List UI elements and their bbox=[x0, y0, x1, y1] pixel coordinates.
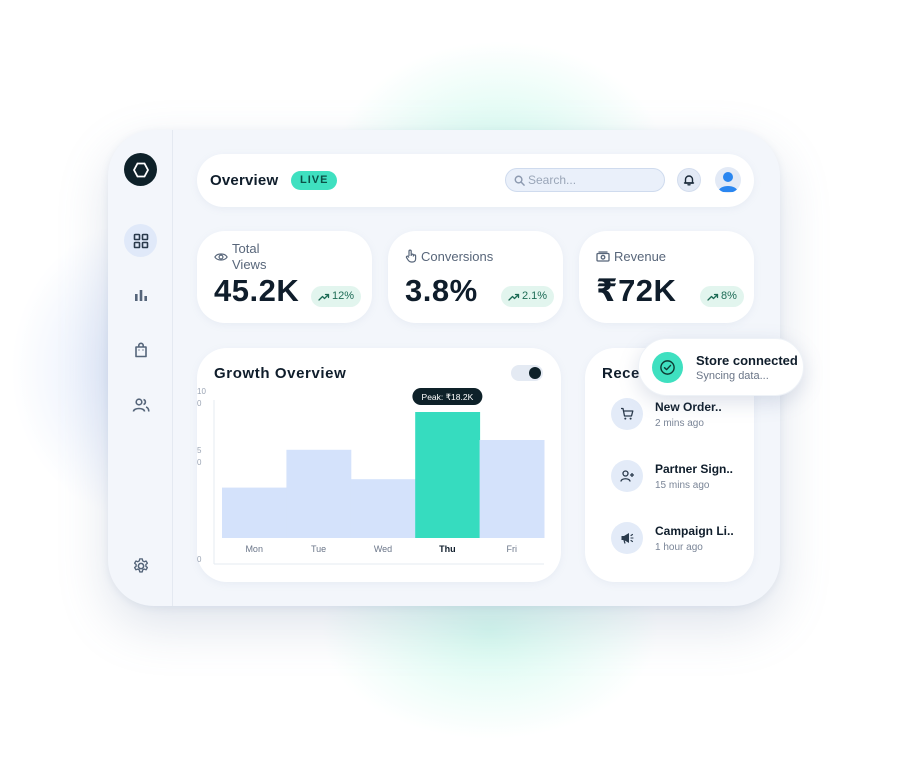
activity-time: 2 mins ago bbox=[655, 418, 704, 429]
check-circle-icon bbox=[660, 360, 675, 375]
y-tick-label: 50 bbox=[197, 446, 202, 467]
megaphone-icon bbox=[621, 533, 634, 544]
growth-overview-card: 10 0 5 0 0 Mon Tue Wed Thu Peak: ₹18.2K Fri Growth… bbox=[197, 348, 561, 582]
sidebar bbox=[108, 130, 173, 606]
chart-bar bbox=[350, 479, 416, 538]
x-tick-label: Mon bbox=[245, 544, 263, 554]
bell-icon bbox=[683, 175, 695, 186]
activity-name: New Order.. bbox=[655, 400, 722, 414]
kpi-change-badge: 8% bbox=[700, 286, 744, 307]
kpi-change-badge: 12% bbox=[311, 286, 362, 307]
activity-item[interactable]: New Order.. 2 mins ago bbox=[611, 398, 751, 432]
top-bar: Overview LIVE bbox=[197, 154, 754, 207]
live-badge: LIVE bbox=[291, 171, 338, 190]
y-tick-label: 10 0 bbox=[197, 387, 206, 408]
activity-name: Campaign Li.. bbox=[655, 524, 734, 538]
kpi-label: Revenue bbox=[614, 249, 667, 264]
kpi-card-views: Total Views 45.2K 12% bbox=[197, 231, 372, 323]
kpi-change: 2.1% bbox=[522, 290, 548, 302]
cart-icon bbox=[621, 407, 634, 420]
x-tick-label: Wed bbox=[374, 544, 392, 554]
trend-up-icon bbox=[318, 293, 330, 301]
chart-bar bbox=[415, 412, 481, 538]
kpi-value: ₹72K bbox=[596, 273, 677, 308]
page-title: Overview bbox=[210, 172, 279, 189]
x-tick-label: Tue bbox=[311, 544, 326, 554]
chart-title: Growth Overview bbox=[214, 365, 347, 382]
toggle-knob bbox=[529, 367, 541, 379]
bar-chart-icon bbox=[134, 289, 147, 301]
activity-time: 15 mins ago bbox=[655, 480, 710, 491]
pointer-icon bbox=[405, 249, 417, 263]
sidebar-item-settings[interactable] bbox=[124, 549, 157, 582]
trend-up-icon bbox=[707, 293, 719, 301]
activity-item[interactable]: Partner Sign.. 15 mins ago bbox=[611, 460, 751, 494]
user-plus-icon bbox=[619, 470, 634, 482]
shopping-bag-icon bbox=[134, 342, 147, 357]
kpi-value: 3.8% bbox=[405, 273, 478, 308]
gear-icon bbox=[133, 557, 148, 573]
chart-bar bbox=[286, 449, 352, 538]
activity-item[interactable]: Campaign Li.. 1 hour ago bbox=[611, 522, 751, 556]
search-input[interactable] bbox=[528, 173, 658, 187]
sidebar-item-products[interactable] bbox=[124, 333, 157, 366]
search-bar[interactable] bbox=[505, 168, 665, 192]
store-connected-toast[interactable]: Store connected Syncing data... bbox=[638, 338, 804, 396]
kpi-card-conversions: Conversions 3.8% 2.1% bbox=[388, 231, 563, 323]
toast-title: Store connected bbox=[696, 353, 798, 368]
trend-up-icon bbox=[508, 293, 520, 301]
app-logo[interactable] bbox=[124, 153, 157, 186]
eye-icon bbox=[214, 253, 228, 261]
peak-tooltip-label: Peak: ₹18.2K bbox=[422, 392, 474, 402]
kpi-label: Conversions bbox=[421, 249, 494, 264]
activity-time: 1 hour ago bbox=[655, 542, 703, 553]
y-tick-label: 0 bbox=[197, 555, 202, 564]
kpi-change: 12% bbox=[332, 290, 355, 302]
user-avatar[interactable] bbox=[715, 167, 741, 193]
x-tick-label: Thu bbox=[439, 544, 456, 554]
hexagon-logo-icon bbox=[132, 162, 149, 177]
notifications-button[interactable] bbox=[677, 168, 701, 192]
kpi-change: 8% bbox=[721, 290, 737, 302]
kpi-label: Total Views bbox=[232, 241, 267, 272]
search-icon bbox=[514, 175, 525, 186]
grid-icon bbox=[133, 233, 148, 248]
sidebar-item-users[interactable] bbox=[124, 388, 157, 421]
user-avatar-icon bbox=[718, 172, 738, 192]
growth-chart: 10 0 5 0 0 Mon Tue Wed Thu Peak: ₹18.2K Fri bbox=[197, 387, 545, 565]
toast-subtitle: Syncing data... bbox=[696, 370, 769, 382]
chart-bar bbox=[222, 487, 287, 538]
users-icon bbox=[132, 397, 150, 412]
chart-bar bbox=[479, 440, 545, 538]
kpi-value: 45.2K bbox=[214, 273, 300, 308]
activity-name: Partner Sign.. bbox=[655, 462, 734, 476]
sidebar-item-dashboard[interactable] bbox=[124, 224, 157, 257]
chart-toggle[interactable] bbox=[511, 365, 543, 381]
sidebar-item-analytics[interactable] bbox=[124, 278, 157, 311]
x-tick-label: Fri bbox=[507, 544, 518, 554]
kpi-card-revenue: Revenue ₹72K 8% bbox=[579, 231, 754, 323]
cash-icon bbox=[596, 251, 610, 262]
kpi-change-badge: 2.1% bbox=[501, 286, 555, 307]
